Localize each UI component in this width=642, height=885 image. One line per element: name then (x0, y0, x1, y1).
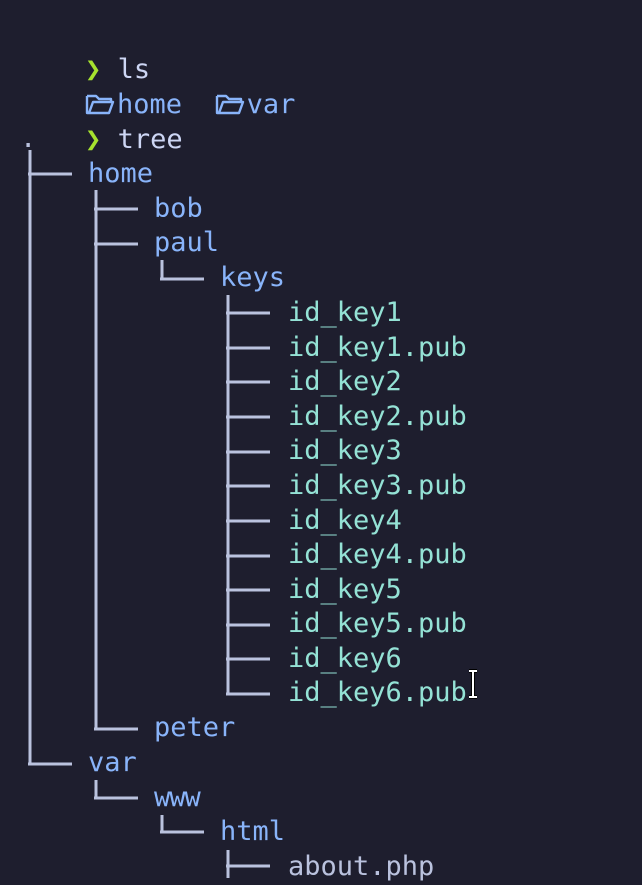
terminal-window[interactable]: ❯ ls home var ❯ tree . home bob paul key… (0, 0, 642, 882)
tree-dir-peter: peter (154, 712, 236, 743)
tree-file: id_key5.pub (288, 608, 467, 639)
tree-dir-paul: paul (154, 227, 220, 258)
tree-file: id_key1.pub (288, 332, 467, 363)
tree-file: id_key4 (288, 505, 402, 536)
text-cursor-icon (469, 669, 477, 699)
tree-file-about: about.php (288, 851, 435, 882)
tree-file: id_key2.pub (288, 401, 467, 432)
tree-file: id_key3.pub (288, 470, 467, 501)
tree-dir-keys: keys (220, 262, 286, 293)
tree-dir-var: var (88, 747, 137, 778)
tree-dir-html: html (220, 816, 286, 847)
tree-file: id_key2 (288, 366, 402, 397)
tree-dir-www: www (154, 782, 201, 813)
tree-file: id_key6 (288, 643, 402, 674)
tree-file: id_key6.pub (288, 677, 467, 708)
tree-file: id_key4.pub (288, 539, 467, 570)
tree-dir-home: home (88, 158, 154, 189)
tree-file: id_key3 (288, 435, 402, 466)
tree-file: id_key1 (288, 297, 402, 328)
tree-file: id_key5 (288, 574, 402, 605)
tree-dir-bob: bob (154, 193, 203, 224)
